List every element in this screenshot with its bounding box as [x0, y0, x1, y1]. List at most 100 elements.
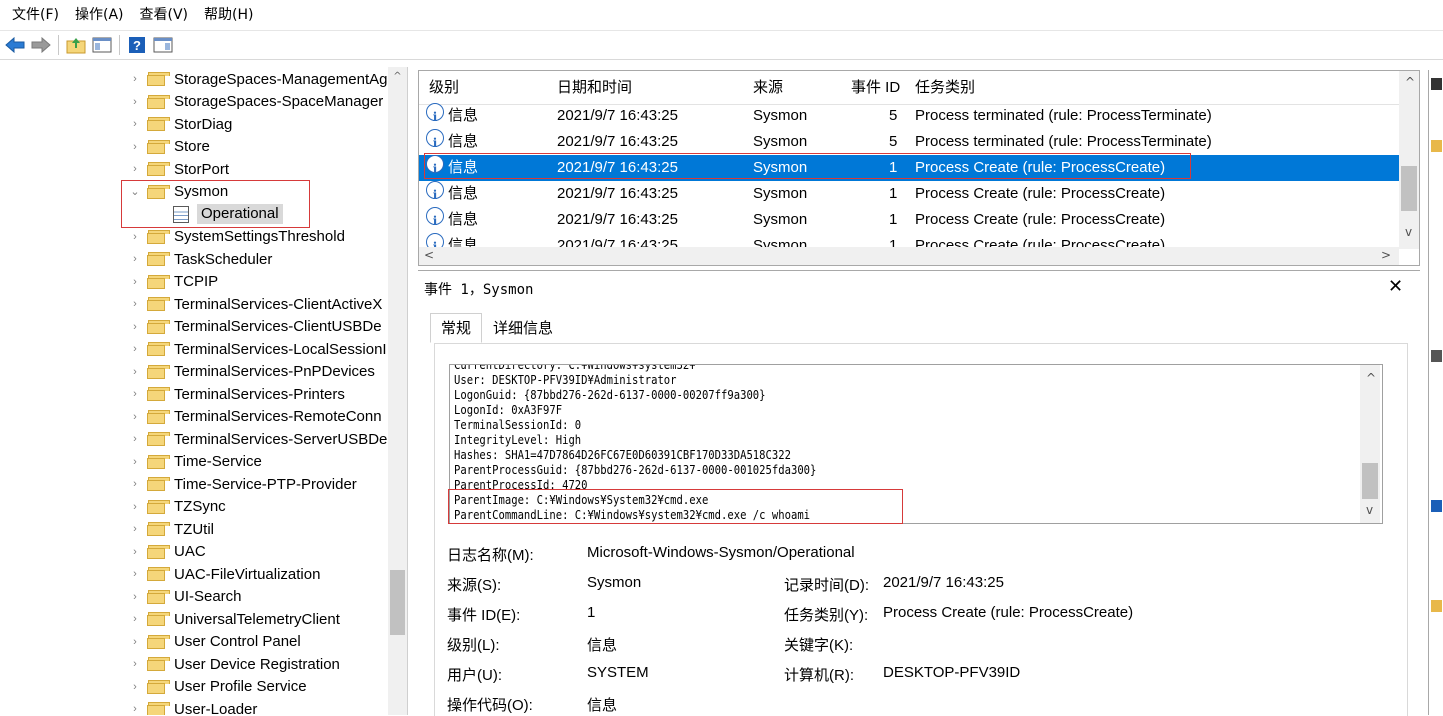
- chevron-right-icon[interactable]: ›: [129, 703, 141, 715]
- scroll-down-icon[interactable]: v: [1366, 503, 1373, 517]
- chevron-right-icon[interactable]: ›: [129, 276, 141, 288]
- chevron-right-icon[interactable]: ›: [129, 591, 141, 603]
- tree-item[interactable]: › Store: [0, 136, 210, 158]
- menu-action[interactable]: 操作(A): [67, 0, 132, 30]
- scroll-left-icon[interactable]: <: [424, 248, 434, 262]
- chevron-right-icon[interactable]: ›: [129, 501, 141, 513]
- column-level[interactable]: 级别: [429, 71, 459, 105]
- column-datetime[interactable]: 日期和时间: [557, 71, 632, 105]
- description-scrollbar[interactable]: ^ v: [1360, 365, 1380, 523]
- detail-tabs: 常规 详细信息: [430, 313, 564, 343]
- chevron-right-icon[interactable]: ›: [129, 546, 141, 558]
- show-hide-tree-icon[interactable]: [91, 34, 113, 56]
- tab-general[interactable]: 常规: [430, 313, 483, 343]
- event-row[interactable]: i信息 2021/9/7 16:43:25 Sysmon 1 Process Creat…: [419, 155, 1399, 181]
- tree-item[interactable]: › TaskScheduler: [0, 248, 272, 270]
- tree-item[interactable]: › TerminalServices-LocalSessionI: [0, 338, 386, 360]
- chevron-right-icon[interactable]: ›: [129, 118, 141, 130]
- tree-item[interactable]: ⌄ Sysmon: [0, 181, 228, 203]
- description-scroll-thumb[interactable]: [1362, 463, 1378, 499]
- tree-item[interactable]: › User Profile Service: [0, 676, 306, 698]
- event-list-hscrollbar[interactable]: < >: [419, 247, 1399, 265]
- chevron-right-icon[interactable]: ›: [129, 681, 141, 693]
- event-row[interactable]: i信息 2021/9/7 16:43:25 Sysmon 1 Process Creat…: [419, 181, 1399, 207]
- chevron-right-icon[interactable]: ›: [129, 433, 141, 445]
- event-row[interactable]: i 信息 2021/9/7 16:43:25 Sysmon 5 Process termi…: [419, 103, 1399, 129]
- chevron-right-icon[interactable]: ›: [129, 523, 141, 535]
- scroll-up-icon[interactable]: ^: [1366, 371, 1376, 385]
- column-task[interactable]: 任务类别: [915, 71, 975, 105]
- chevron-right-icon[interactable]: ›: [129, 366, 141, 378]
- properties-pane-icon[interactable]: [152, 34, 174, 56]
- chevron-right-icon[interactable]: ›: [129, 411, 141, 423]
- tree-item[interactable]: › TCPIP: [0, 271, 218, 293]
- event-list-scroll-thumb[interactable]: [1401, 166, 1417, 211]
- tree-item[interactable]: › UI-Search: [0, 586, 241, 608]
- chevron-right-icon[interactable]: ›: [129, 636, 141, 648]
- folder-up-icon[interactable]: [65, 34, 87, 56]
- chevron-right-icon[interactable]: ›: [129, 141, 141, 153]
- chevron-right-icon[interactable]: ›: [129, 298, 141, 310]
- tree-item[interactable]: › TerminalServices-Printers: [0, 383, 345, 405]
- tree-item[interactable]: › TZSync: [0, 496, 226, 518]
- tree-item[interactable]: › Time-Service-PTP-Provider: [0, 473, 357, 495]
- forward-arrow-icon[interactable]: [30, 34, 52, 56]
- tree-item[interactable]: › User Control Panel: [0, 631, 301, 653]
- event-detail-pane: 事件 1，Sysmon ✕ 常规 详细信息 CurrentDirectory: …: [418, 270, 1420, 716]
- tree-item[interactable]: › TerminalServices-PnPDevices: [0, 361, 375, 383]
- tree-item[interactable]: › TerminalServices-ClientActiveX: [0, 293, 382, 315]
- task-label: 任务类别(Y):: [784, 607, 869, 624]
- menu-file[interactable]: 文件(F): [4, 0, 67, 30]
- tree-item[interactable]: › UAC-FileVirtualization: [0, 563, 320, 585]
- tree-item[interactable]: › SystemSettingsThreshold: [0, 226, 345, 248]
- scroll-right-icon[interactable]: >: [1381, 248, 1391, 262]
- tree-item[interactable]: › StorDiag: [0, 113, 232, 135]
- tree-item[interactable]: › User Device Registration: [0, 653, 340, 675]
- chevron-right-icon[interactable]: ›: [129, 456, 141, 468]
- tree-item[interactable]: › StorageSpaces-ManagementAg: [0, 68, 387, 90]
- tree-item[interactable]: › User-Loader: [0, 698, 257, 715]
- chevron-right-icon[interactable]: ›: [129, 73, 141, 85]
- chevron-right-icon[interactable]: ›: [129, 321, 141, 333]
- menu-view[interactable]: 查看(V): [132, 0, 197, 30]
- scroll-down-icon[interactable]: v: [1405, 225, 1412, 239]
- chevron-right-icon[interactable]: ›: [129, 253, 141, 265]
- tree-item[interactable]: › TerminalServices-RemoteConn: [0, 406, 381, 428]
- chevron-down-icon[interactable]: ⌄: [129, 185, 141, 198]
- tree-item[interactable]: › TZUtil: [0, 518, 214, 540]
- log-tree[interactable]: › StorageSpaces-ManagementAg › StorageSpace…: [0, 67, 408, 715]
- tree-item[interactable]: › StorPort: [0, 158, 229, 180]
- tree-item[interactable]: › UAC: [0, 541, 206, 563]
- column-source[interactable]: 来源: [753, 71, 783, 105]
- help-icon[interactable]: ?: [126, 34, 148, 56]
- chevron-right-icon[interactable]: ›: [129, 163, 141, 175]
- tree-item[interactable]: › StorageSpaces-SpaceManager: [0, 91, 383, 113]
- back-arrow-icon[interactable]: [4, 34, 26, 56]
- tree-scrollbar[interactable]: ^: [388, 67, 407, 715]
- event-list-vscrollbar[interactable]: ^ v: [1399, 71, 1419, 249]
- chevron-right-icon[interactable]: ›: [129, 96, 141, 108]
- column-event-id[interactable]: 事件 ID: [851, 71, 900, 105]
- tab-details[interactable]: 详细信息: [482, 313, 564, 343]
- tree-item[interactable]: Operational: [0, 203, 283, 225]
- tree-scroll-thumb[interactable]: [390, 570, 405, 635]
- tree-item[interactable]: › UniversalTelemetryClient: [0, 608, 340, 630]
- event-row[interactable]: i信息 2021/9/7 16:43:25 Sysmon 1 Process Creat…: [419, 207, 1399, 233]
- chevron-right-icon[interactable]: ›: [129, 231, 141, 243]
- chevron-right-icon[interactable]: ›: [129, 613, 141, 625]
- tree-item[interactable]: › TerminalServices-ClientUSBDe: [0, 316, 381, 338]
- chevron-right-icon[interactable]: ›: [129, 343, 141, 355]
- tree-item[interactable]: › TerminalServices-ServerUSBDe: [0, 428, 387, 450]
- tree-item[interactable]: › Time-Service: [0, 451, 262, 473]
- event-description-box[interactable]: CurrentDirectory: C:¥Windows¥system32¥ Us…: [449, 364, 1383, 524]
- close-icon[interactable]: ✕: [1388, 276, 1403, 297]
- event-row[interactable]: i 信息 2021/9/7 16:43:25 Sysmon 5 Process termi…: [419, 129, 1399, 155]
- description-line: User: DESKTOP-PFV39ID¥Administrator: [454, 373, 677, 387]
- scroll-up-icon[interactable]: ^: [388, 71, 407, 82]
- chevron-right-icon[interactable]: ›: [129, 388, 141, 400]
- chevron-right-icon[interactable]: ›: [129, 658, 141, 670]
- chevron-right-icon[interactable]: ›: [129, 478, 141, 490]
- chevron-right-icon[interactable]: ›: [129, 568, 141, 580]
- menu-help[interactable]: 帮助(H): [196, 0, 261, 30]
- scroll-up-icon[interactable]: ^: [1405, 75, 1415, 89]
